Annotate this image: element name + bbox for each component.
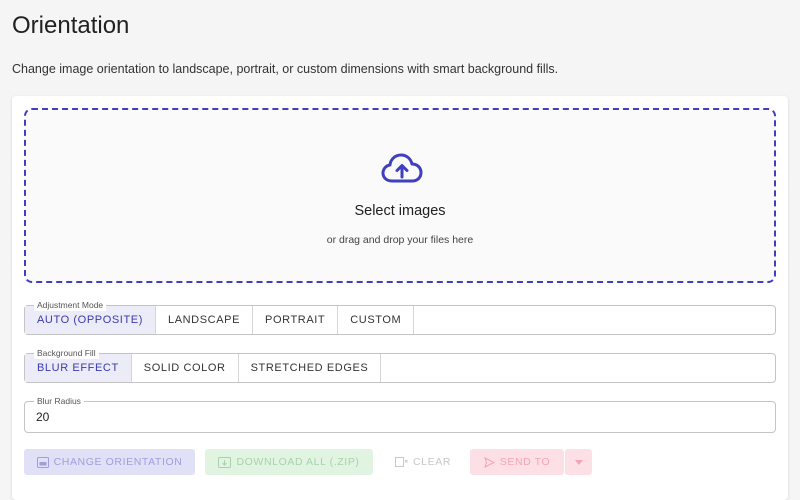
clear-icon: [394, 457, 408, 467]
download-all-zip-button[interactable]: DOWNLOAD ALL (.ZIP): [205, 449, 373, 475]
download-icon: [218, 456, 232, 468]
dropzone-subtitle: or drag and drop your files here: [326, 234, 474, 246]
fill-stretched-edges-button[interactable]: STRETCHED EDGES: [238, 354, 382, 382]
dropzone-title: Select images: [354, 203, 446, 219]
send-to-button[interactable]: SEND TO: [470, 449, 564, 475]
send-to-dropdown-button[interactable]: [565, 449, 592, 475]
chevron-down-icon: [574, 459, 583, 465]
cloud-upload-icon: [381, 153, 423, 183]
send-icon: [483, 456, 495, 468]
mode-custom-button[interactable]: CUSTOM: [338, 306, 415, 334]
clear-label: CLEAR: [412, 456, 451, 468]
mode-portrait-button[interactable]: PORTRAIT: [253, 306, 339, 334]
clear-button[interactable]: CLEAR: [382, 449, 464, 475]
page-title: Orientation: [12, 12, 130, 39]
main-card: Select images or drag and drop your file…: [12, 96, 788, 500]
background-fill-group: Background Fill BLUR EFFECT SOLID COLOR …: [24, 347, 776, 383]
background-fill-legend: Background Fill: [34, 347, 99, 359]
adjustment-mode-legend: Adjustment Mode: [34, 299, 107, 311]
send-to-label: SEND TO: [499, 456, 551, 468]
blur-radius-field: Blur Radius 20: [24, 395, 776, 433]
adjustment-mode-group: Adjustment Mode AUTO (OPPOSITE) LANDSCAP…: [24, 299, 776, 335]
mode-landscape-button[interactable]: LANDSCAPE: [155, 306, 254, 334]
fill-solid-color-button[interactable]: SOLID COLOR: [131, 354, 239, 382]
image-dropzone[interactable]: Select images or drag and drop your file…: [24, 108, 776, 283]
blur-radius-input[interactable]: 20: [25, 402, 775, 432]
change-orientation-button[interactable]: CHANGE ORIENTATION: [24, 449, 195, 475]
page-description: Change image orientation to landscape, p…: [12, 62, 559, 76]
download-all-label: DOWNLOAD ALL (.ZIP): [236, 456, 360, 468]
image-icon: [36, 456, 49, 468]
change-orientation-label: CHANGE ORIENTATION: [53, 456, 183, 468]
blur-radius-legend: Blur Radius: [34, 395, 84, 407]
action-bar: CHANGE ORIENTATION DOWNLOAD ALL (.ZIP) C…: [24, 449, 784, 475]
